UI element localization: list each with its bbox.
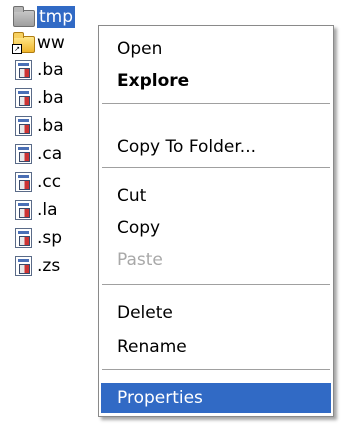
file-icon [12,227,34,249]
file-icon [12,255,34,277]
tree-item-label: .ca [37,144,63,164]
menu-item-copy[interactable]: Copy [101,213,331,243]
tree-item-file[interactable]: .ba [12,85,64,111]
tree-item-label: .sp [37,228,63,248]
menu-item-cut[interactable]: Cut [101,181,331,211]
tree-item-label: .ba [37,88,64,108]
tree-item-file[interactable]: .zs [12,253,60,279]
tree-item-file[interactable]: .sp [12,225,62,251]
menu-separator [102,284,330,285]
tree-item-label: ww [37,33,65,53]
menu-item-rename[interactable]: Rename [101,332,331,362]
menu-item-paste: Paste [117,250,163,270]
tree-item-label: .ba [37,116,64,136]
menu-item-delete[interactable]: Delete [101,298,331,328]
menu-separator [102,167,330,168]
menu-separator [102,369,330,370]
menu-separator [102,103,330,104]
tree-item-label: tmp [37,6,76,28]
menu-item-copy-to-folder[interactable]: Copy To Folder... [101,132,331,162]
menu-item-explore[interactable]: Explore [101,66,331,96]
context-menu: Open Explore Copy To Folder... Cut Copy … [98,25,334,417]
shared-folder-icon: ↗ [12,32,35,54]
file-icon [12,171,34,193]
tree-item-file[interactable]: .ba [12,57,64,83]
tree-item-tmp[interactable]: tmp [12,4,76,30]
tree-item-file[interactable]: .cc [12,169,61,195]
file-icon [12,143,34,165]
tree-item-www[interactable]: ↗ ww [12,30,65,56]
tree-item-file[interactable]: .ca [12,141,62,167]
file-icon [12,115,34,137]
tree-item-label: .la [37,200,58,220]
tree-item-file[interactable]: .la [12,197,58,223]
file-icon [12,199,34,221]
folder-icon [12,6,35,28]
tree-item-file[interactable]: .ba [12,113,64,139]
tree-item-label: .cc [37,172,62,192]
menu-item-open[interactable]: Open [101,34,331,64]
file-icon [12,59,34,81]
menu-item-properties[interactable]: Properties [101,383,331,413]
file-icon [12,87,34,109]
tree-item-label: .zs [37,256,61,276]
tree-item-label: .ba [37,60,64,80]
